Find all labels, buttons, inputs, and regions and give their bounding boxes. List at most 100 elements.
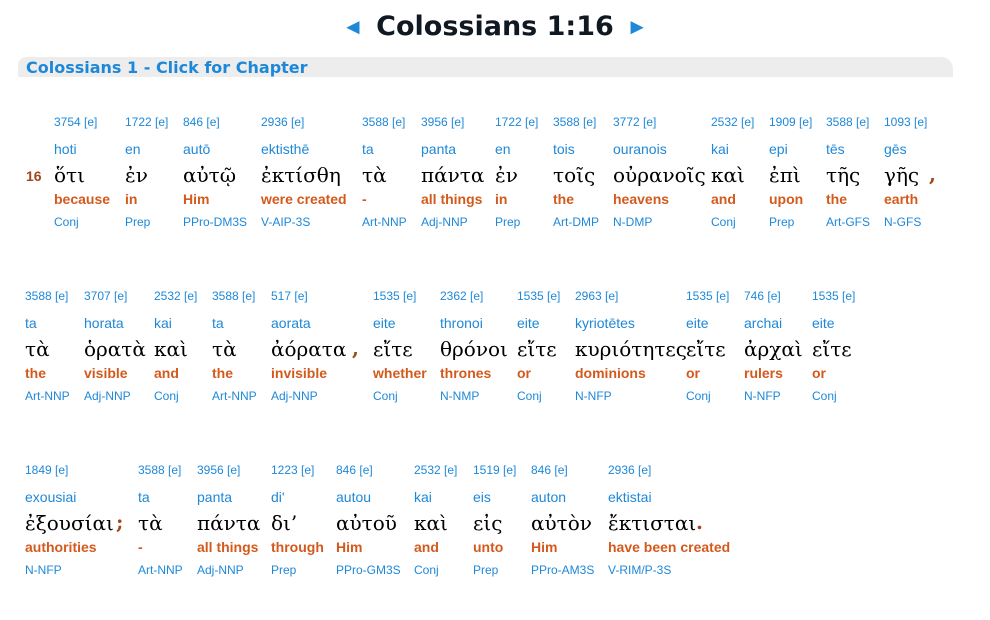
parsing-link[interactable]: Conj <box>373 389 427 403</box>
parsing-link[interactable]: Art-NNP <box>212 389 257 403</box>
transliteration-link[interactable]: ta <box>212 315 257 337</box>
strongs-number-link[interactable]: 3707 [e] <box>84 289 146 315</box>
strongs-number-link[interactable]: 2362 [e] <box>440 289 508 315</box>
transliteration-link[interactable]: tois <box>553 141 599 163</box>
strongs-number-link[interactable]: 1535 [e] <box>373 289 427 315</box>
parsing-link[interactable]: N-NFP <box>25 563 114 577</box>
transliteration-link[interactable]: ektisthē <box>261 141 347 163</box>
transliteration-link[interactable]: tēs <box>826 141 870 163</box>
strongs-number-link[interactable]: 2936 [e] <box>608 463 730 489</box>
transliteration-link[interactable]: horata <box>84 315 146 337</box>
transliteration-link[interactable]: kai <box>414 489 457 511</box>
transliteration-link[interactable]: eis <box>473 489 516 511</box>
transliteration-link[interactable]: autō <box>183 141 247 163</box>
strongs-number-link[interactable]: 1519 [e] <box>473 463 516 489</box>
strongs-number-link[interactable]: 3588 [e] <box>362 115 407 141</box>
parsing-link[interactable]: V-AIP-3S <box>261 215 347 229</box>
strongs-number-link[interactable]: 1093 [e] <box>884 115 927 141</box>
transliteration-link[interactable]: epi <box>769 141 812 163</box>
parsing-link[interactable]: Conj <box>54 215 110 229</box>
transliteration-link[interactable]: archai <box>744 315 803 337</box>
chapter-link[interactable]: Colossians 1 - Click for Chapter <box>26 58 308 77</box>
parsing-link[interactable]: Art-NNP <box>362 215 407 229</box>
parsing-link[interactable]: Art-GFS <box>826 215 870 229</box>
parsing-link[interactable]: N-NFP <box>575 389 687 403</box>
strongs-number-link[interactable]: 3588 [e] <box>25 289 70 315</box>
parsing-link[interactable]: Conj <box>517 389 560 403</box>
parsing-link[interactable]: Adj-NNP <box>271 389 346 403</box>
parsing-link[interactable]: Conj <box>812 389 855 403</box>
strongs-number-link[interactable]: 2532 [e] <box>414 463 457 489</box>
transliteration-link[interactable]: panta <box>421 141 484 163</box>
transliteration-link[interactable]: di' <box>271 489 324 511</box>
strongs-number-link[interactable]: 2532 [e] <box>154 289 197 315</box>
parsing-link[interactable]: Conj <box>414 563 457 577</box>
transliteration-link[interactable]: eite <box>686 315 729 337</box>
strongs-number-link[interactable]: 1722 [e] <box>125 115 168 141</box>
parsing-link[interactable]: Art-DMP <box>553 215 599 229</box>
strongs-number-link[interactable]: 3772 [e] <box>613 115 706 141</box>
transliteration-link[interactable]: gēs <box>884 141 927 163</box>
parsing-link[interactable]: Prep <box>271 563 324 577</box>
next-verse-arrow-icon[interactable]: ► <box>626 10 648 44</box>
transliteration-link[interactable]: hoti <box>54 141 110 163</box>
strongs-number-link[interactable]: 846 [e] <box>531 463 594 489</box>
parsing-link[interactable]: N-NFP <box>744 389 803 403</box>
transliteration-link[interactable]: kyriotētes <box>575 315 687 337</box>
transliteration-link[interactable]: panta <box>197 489 260 511</box>
strongs-number-link[interactable]: 846 [e] <box>336 463 401 489</box>
transliteration-link[interactable]: kai <box>154 315 197 337</box>
parsing-link[interactable]: N-NMP <box>440 389 508 403</box>
strongs-number-link[interactable]: 517 [e] <box>271 289 346 315</box>
transliteration-link[interactable]: en <box>125 141 168 163</box>
transliteration-link[interactable]: eite <box>373 315 427 337</box>
parsing-link[interactable]: Prep <box>495 215 538 229</box>
parsing-link[interactable]: Conj <box>154 389 197 403</box>
strongs-number-link[interactable]: 2936 [e] <box>261 115 347 141</box>
transliteration-link[interactable]: autou <box>336 489 401 511</box>
parsing-link[interactable]: Adj-NNP <box>84 389 146 403</box>
transliteration-link[interactable]: aorata <box>271 315 346 337</box>
parsing-link[interactable]: PPro-DM3S <box>183 215 247 229</box>
parsing-link[interactable]: Prep <box>473 563 516 577</box>
strongs-number-link[interactable]: 3588 [e] <box>826 115 870 141</box>
parsing-link[interactable]: PPro-AM3S <box>531 563 594 577</box>
strongs-number-link[interactable]: 1535 [e] <box>812 289 855 315</box>
strongs-number-link[interactable]: 1909 [e] <box>769 115 812 141</box>
transliteration-link[interactable]: ektistai <box>608 489 730 511</box>
transliteration-link[interactable]: ta <box>25 315 70 337</box>
parsing-link[interactable]: Prep <box>125 215 168 229</box>
transliteration-link[interactable]: en <box>495 141 538 163</box>
transliteration-link[interactable]: ta <box>138 489 183 511</box>
transliteration-link[interactable]: eite <box>812 315 855 337</box>
parsing-link[interactable]: Conj <box>686 389 729 403</box>
strongs-number-link[interactable]: 1535 [e] <box>686 289 729 315</box>
strongs-number-link[interactable]: 3956 [e] <box>421 115 484 141</box>
strongs-number-link[interactable]: 3754 [e] <box>54 115 110 141</box>
strongs-number-link[interactable]: 1535 [e] <box>517 289 560 315</box>
transliteration-link[interactable]: auton <box>531 489 594 511</box>
strongs-number-link[interactable]: 1722 [e] <box>495 115 538 141</box>
prev-verse-arrow-icon[interactable]: ◄ <box>342 10 364 44</box>
transliteration-link[interactable]: kai <box>711 141 754 163</box>
parsing-link[interactable]: Art-NNP <box>25 389 70 403</box>
parsing-link[interactable]: N-GFS <box>884 215 927 229</box>
parsing-link[interactable]: PPro-GM3S <box>336 563 401 577</box>
strongs-number-link[interactable]: 2532 [e] <box>711 115 754 141</box>
strongs-number-link[interactable]: 3588 [e] <box>138 463 183 489</box>
strongs-number-link[interactable]: 746 [e] <box>744 289 803 315</box>
parsing-link[interactable]: Conj <box>711 215 754 229</box>
parsing-link[interactable]: Prep <box>769 215 812 229</box>
parsing-link[interactable]: Adj-NNP <box>197 563 260 577</box>
transliteration-link[interactable]: ouranois <box>613 141 706 163</box>
strongs-number-link[interactable]: 1223 [e] <box>271 463 324 489</box>
strongs-number-link[interactable]: 3588 [e] <box>212 289 257 315</box>
parsing-link[interactable]: N-DMP <box>613 215 706 229</box>
strongs-number-link[interactable]: 1849 [e] <box>25 463 114 489</box>
transliteration-link[interactable]: exousiai <box>25 489 114 511</box>
parsing-link[interactable]: Art-NNP <box>138 563 183 577</box>
strongs-number-link[interactable]: 2963 [e] <box>575 289 687 315</box>
transliteration-link[interactable]: eite <box>517 315 560 337</box>
strongs-number-link[interactable]: 3588 [e] <box>553 115 599 141</box>
transliteration-link[interactable]: thronoi <box>440 315 508 337</box>
